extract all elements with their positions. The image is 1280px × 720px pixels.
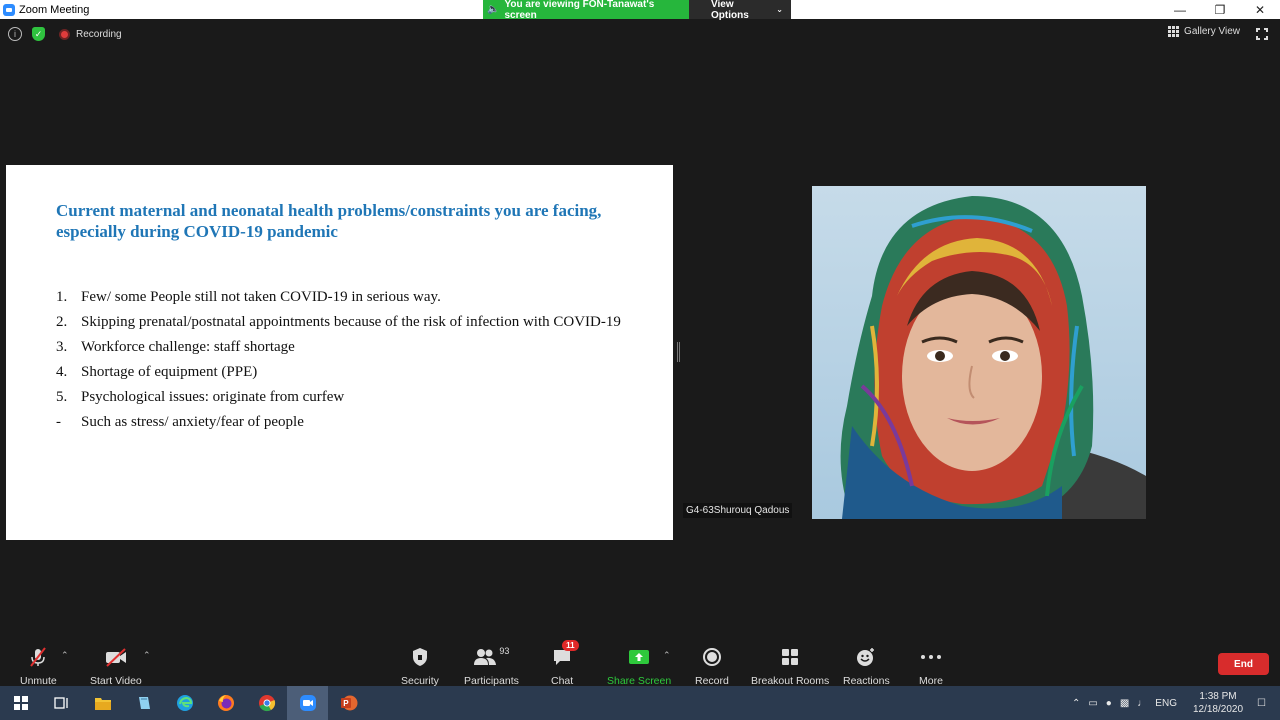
smiley-icon (855, 646, 877, 668)
record-icon (702, 646, 722, 668)
list-item: 3. Workforce challenge: staff shortage (56, 339, 636, 356)
shared-screen-slide: Current maternal and neonatal health pro… (6, 165, 673, 540)
list-marker: - (56, 414, 61, 430)
meeting-toolbar: Unmute ⌃ Start Video ⌃ Security 93 Parti… (0, 640, 1280, 687)
task-view-icon[interactable] (41, 686, 82, 720)
audio-options-caret-icon[interactable]: ⌃ (61, 650, 69, 661)
edge-browser-icon[interactable] (164, 686, 205, 720)
chrome-icon[interactable] (246, 686, 287, 720)
shield-icon (411, 646, 429, 668)
share-screen-icon (628, 646, 650, 668)
unmute-button[interactable]: Unmute (20, 646, 57, 687)
notifications-icon[interactable]: ☐ (1257, 698, 1266, 709)
zoom-app-icon (3, 3, 15, 16)
viewing-status: 🔈 You are viewing FON-Tanawat's screen (483, 0, 689, 21)
battery-icon[interactable]: ▭ (1088, 698, 1097, 709)
volume-icon[interactable]: ♩ (1137, 698, 1147, 709)
network-icon[interactable]: ▩ (1120, 698, 1129, 709)
chat-unread-badge: 11 (562, 640, 579, 651)
clock-date: 12/18/2020 (1192, 704, 1244, 715)
list-text: Workforce challenge: staff shortage (81, 339, 295, 355)
gallery-view-button[interactable]: Gallery View (1168, 26, 1240, 37)
fullscreen-icon[interactable] (1255, 27, 1269, 41)
video-off-icon (104, 646, 128, 668)
firefox-icon[interactable] (205, 686, 246, 720)
window-controls: — ❐ ✕ (1160, 0, 1280, 19)
language-indicator[interactable]: ENG (1155, 698, 1177, 709)
participants-icon-group: 93 (473, 646, 509, 668)
microphone-icon[interactable]: ● (1106, 698, 1112, 709)
participants-button[interactable]: 93 Participants (464, 646, 519, 687)
minimize-icon[interactable]: — (1160, 0, 1200, 19)
list-text: Psychological issues: originate from cur… (81, 389, 345, 405)
window-title: Zoom Meeting (19, 3, 90, 16)
participants-icon (474, 649, 497, 665)
security-button[interactable]: Security (401, 646, 439, 687)
slide-title: Current maternal and neonatal health pro… (56, 201, 602, 241)
more-button[interactable]: More (919, 646, 943, 687)
clock-time: 1:38 PM (1199, 691, 1237, 702)
list-item: 5. Psychological issues: originate from c… (56, 389, 636, 406)
breakout-rooms-icon (780, 646, 800, 668)
notepad-icon[interactable] (123, 686, 164, 720)
list-marker: 2. (56, 314, 68, 330)
view-options-label: View Options (711, 0, 749, 21)
gallery-view-label: Gallery View (1184, 26, 1240, 37)
share-screen-button[interactable]: Share Screen (607, 646, 671, 687)
close-icon[interactable]: ✕ (1240, 0, 1280, 19)
list-text: Shortage of equipment (PPE) (81, 364, 258, 380)
viewing-banner: 🔈 You are viewing FON-Tanawat's screen V… (483, 0, 791, 21)
reactions-button[interactable]: Reactions (843, 646, 890, 687)
list-text: Few/ some People still not taken COVID-1… (81, 289, 441, 305)
record-dot-icon (59, 28, 70, 40)
viewing-text: You are viewing FON-Tanawat's screen (504, 0, 655, 21)
participants-count: 93 (499, 646, 510, 656)
chat-icon-group: 11 (552, 640, 579, 668)
participant-photo (812, 186, 1146, 519)
slide-list: 1. Few/ some People still not taken COVID… (56, 289, 636, 439)
info-icon[interactable]: i (8, 27, 22, 41)
share-options-caret-icon[interactable]: ⌃ (663, 650, 671, 661)
breakout-rooms-button[interactable]: Breakout Rooms (751, 646, 829, 687)
more-dots-icon (920, 646, 942, 668)
recording-label: Recording (76, 28, 122, 40)
system-tray: ⌃ ▭ ● ▩ ♩ ENG 1:38 PM 12/18/2020 ☐ (1068, 686, 1280, 720)
microphone-muted-icon (27, 646, 49, 668)
list-marker: 4. (56, 364, 68, 380)
speaker-icon: 🔈 (487, 4, 500, 15)
svg-text:P: P (343, 699, 349, 708)
powerpoint-icon[interactable]: P (328, 686, 369, 720)
list-text: Skipping prenatal/postnatal appointments… (81, 314, 621, 330)
end-meeting-button[interactable]: End (1218, 653, 1269, 675)
taskbar-clock[interactable]: 1:38 PM 12/18/2020 (1193, 690, 1243, 716)
file-explorer-icon[interactable] (82, 686, 123, 720)
windows-taskbar: P ⌃ ▭ ● ▩ ♩ ENG 1:38 PM 12/18/2020 ☐ (0, 686, 1280, 720)
start-video-button[interactable]: Start Video (90, 646, 142, 687)
list-text: Such as stress/ anxiety/fear of people (81, 414, 304, 430)
chevron-down-icon: ⌄ (776, 5, 783, 14)
recording-indicator[interactable]: Recording (59, 28, 122, 40)
list-item: 4. Shortage of equipment (PPE) (56, 364, 636, 381)
participant-video-tile[interactable] (812, 186, 1146, 519)
chevron-up-icon[interactable]: ⌃ (1072, 698, 1080, 709)
list-item: 2. Skipping prenatal/postnatal appointmen… (56, 314, 636, 331)
grid-icon (1168, 26, 1180, 37)
meeting-info-row: i ✓ Recording (8, 27, 122, 41)
list-marker: 5. (56, 389, 68, 405)
zoom-taskbar-icon[interactable] (287, 686, 328, 720)
list-item: 1. Few/ some People still not taken COVID… (56, 289, 636, 306)
windows-start-icon[interactable] (0, 686, 41, 720)
list-item: - Such as stress/ anxiety/fear of people (56, 414, 636, 431)
participant-name-tag: G4-63Shurouq Qadous (683, 503, 793, 518)
encryption-shield-icon[interactable]: ✓ (32, 27, 45, 41)
split-resize-handle[interactable] (677, 342, 680, 362)
view-options-button[interactable]: View Options ⌄ (689, 0, 791, 21)
record-button[interactable]: Record (695, 646, 729, 687)
restore-icon[interactable]: ❐ (1200, 0, 1240, 19)
chat-button[interactable]: 11 Chat (551, 640, 579, 687)
video-options-caret-icon[interactable]: ⌃ (143, 650, 151, 661)
list-marker: 3. (56, 339, 68, 355)
list-marker: 1. (56, 289, 68, 305)
